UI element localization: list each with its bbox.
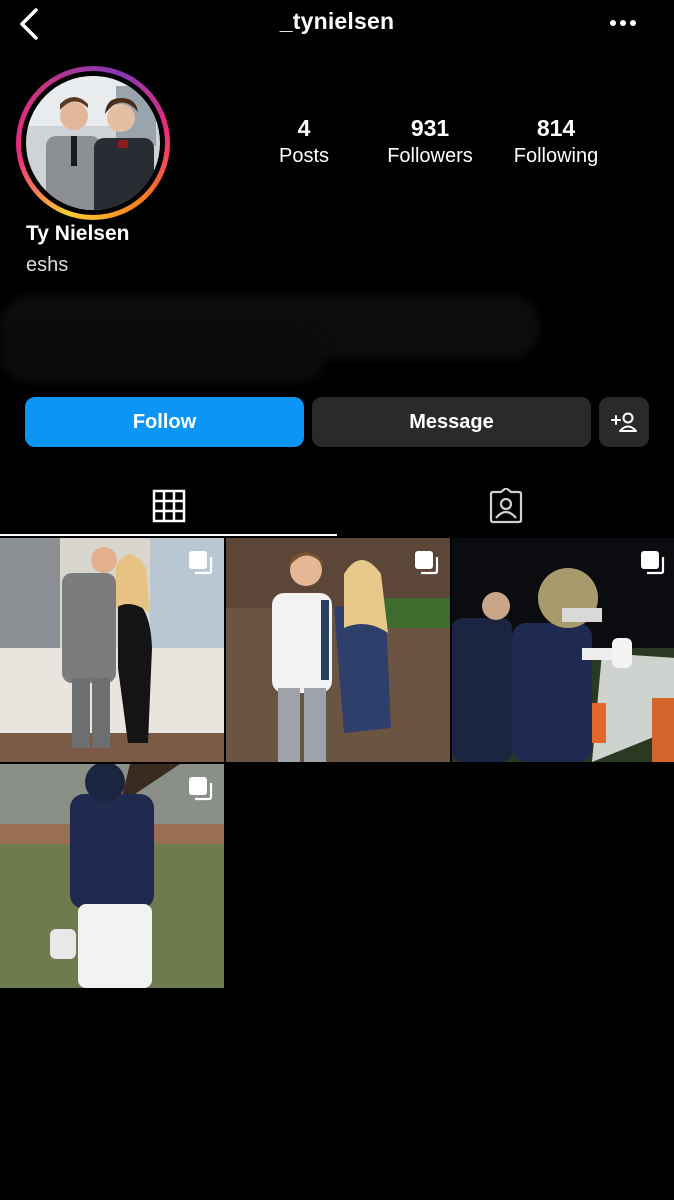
- followers-count: 931: [410, 115, 450, 141]
- stat-posts: 4 Posts: [234, 113, 374, 169]
- display-name: Ty Nielsen: [26, 222, 130, 245]
- carousel-icon: [641, 551, 665, 575]
- tab-posts-grid[interactable]: [0, 478, 337, 536]
- avatar[interactable]: [26, 76, 160, 210]
- tab-tagged[interactable]: [337, 478, 674, 536]
- tagged-icon: [489, 488, 522, 524]
- redacted-blur-region: [0, 330, 325, 382]
- message-button[interactable]: Message: [312, 397, 591, 447]
- followers-label: Followers: [387, 145, 473, 167]
- username-title: _tynielsen: [279, 8, 395, 34]
- posts-label: Posts: [278, 145, 330, 167]
- add-person-icon: [611, 412, 637, 432]
- bio-text: eshs: [26, 254, 69, 276]
- following-count: 814: [536, 115, 576, 141]
- post-tile[interactable]: [452, 538, 674, 762]
- follow-button[interactable]: Follow: [25, 397, 304, 447]
- posts-count: 4: [297, 115, 311, 141]
- post-tile[interactable]: [226, 538, 450, 762]
- grid-icon: [152, 489, 185, 523]
- avatar-story-ring[interactable]: [16, 66, 170, 220]
- stat-followers[interactable]: 931 Followers: [360, 113, 500, 169]
- top-bar: _tynielsen: [0, 0, 674, 48]
- suggest-accounts-button[interactable]: [599, 397, 649, 447]
- following-label: Following: [513, 145, 599, 167]
- post-tile[interactable]: [0, 764, 224, 988]
- carousel-icon: [189, 551, 213, 575]
- carousel-icon: [415, 551, 439, 575]
- more-options-icon[interactable]: [608, 8, 638, 38]
- carousel-icon: [189, 777, 213, 801]
- post-tile[interactable]: [0, 538, 224, 762]
- stat-following[interactable]: 814 Following: [486, 113, 626, 169]
